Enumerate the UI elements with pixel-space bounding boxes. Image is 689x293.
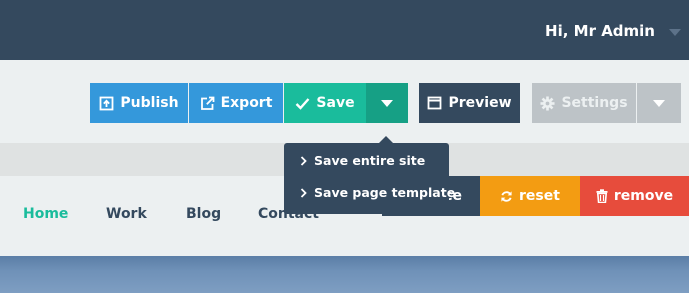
save-page-template-label: Save page template (314, 185, 456, 200)
preview-button[interactable]: Preview (419, 83, 520, 123)
publish-label: Publish (120, 95, 179, 111)
save-button[interactable]: Save (284, 83, 366, 123)
nav-item-blog[interactable]: Blog (186, 206, 221, 222)
settings-button[interactable]: Settings (532, 83, 636, 123)
save-entire-site-label: Save entire site (314, 153, 426, 168)
save-label: Save (316, 95, 355, 111)
settings-options-toggle[interactable] (637, 83, 681, 123)
reset-block-button[interactable]: reset (480, 176, 580, 216)
hero-image (0, 256, 689, 293)
nav-item-work[interactable]: Work (106, 206, 147, 222)
chevron-down-icon (381, 99, 393, 107)
export-label: Export (220, 95, 273, 111)
save-entire-site-option[interactable]: Save entire site (300, 153, 425, 168)
dropdown-pointer (379, 136, 393, 143)
chevron-right-icon (300, 155, 307, 166)
settings-label: Settings (561, 95, 628, 111)
nav-item-home[interactable]: Home (23, 206, 68, 222)
save-page-template-option[interactable]: Save page template (300, 185, 455, 200)
upload-icon (100, 96, 114, 110)
user-menu[interactable]: Hi, Mr Admin (545, 20, 681, 42)
trash-icon (596, 189, 608, 203)
top-bar: Hi, Mr Admin (0, 0, 689, 60)
preview-label: Preview (448, 95, 512, 111)
user-greeting: Hi, Mr Admin (545, 22, 655, 40)
chevron-down-icon (653, 99, 665, 107)
refresh-icon (501, 190, 512, 202)
remove-block-button[interactable]: remove (580, 176, 689, 216)
chevron-down-icon (669, 28, 681, 36)
save-dropdown-menu: Save entire site Save page template (284, 143, 455, 214)
window-icon (428, 96, 442, 110)
external-link-icon (200, 96, 214, 110)
publish-button[interactable]: Publish (90, 83, 188, 123)
reset-label: reset (519, 188, 560, 204)
remove-label: remove (613, 188, 674, 204)
chevron-right-icon (300, 187, 307, 198)
check-icon (296, 97, 310, 110)
save-options-toggle[interactable] (366, 83, 408, 123)
gear-icon (540, 95, 555, 111)
export-button[interactable]: Export (189, 83, 283, 123)
